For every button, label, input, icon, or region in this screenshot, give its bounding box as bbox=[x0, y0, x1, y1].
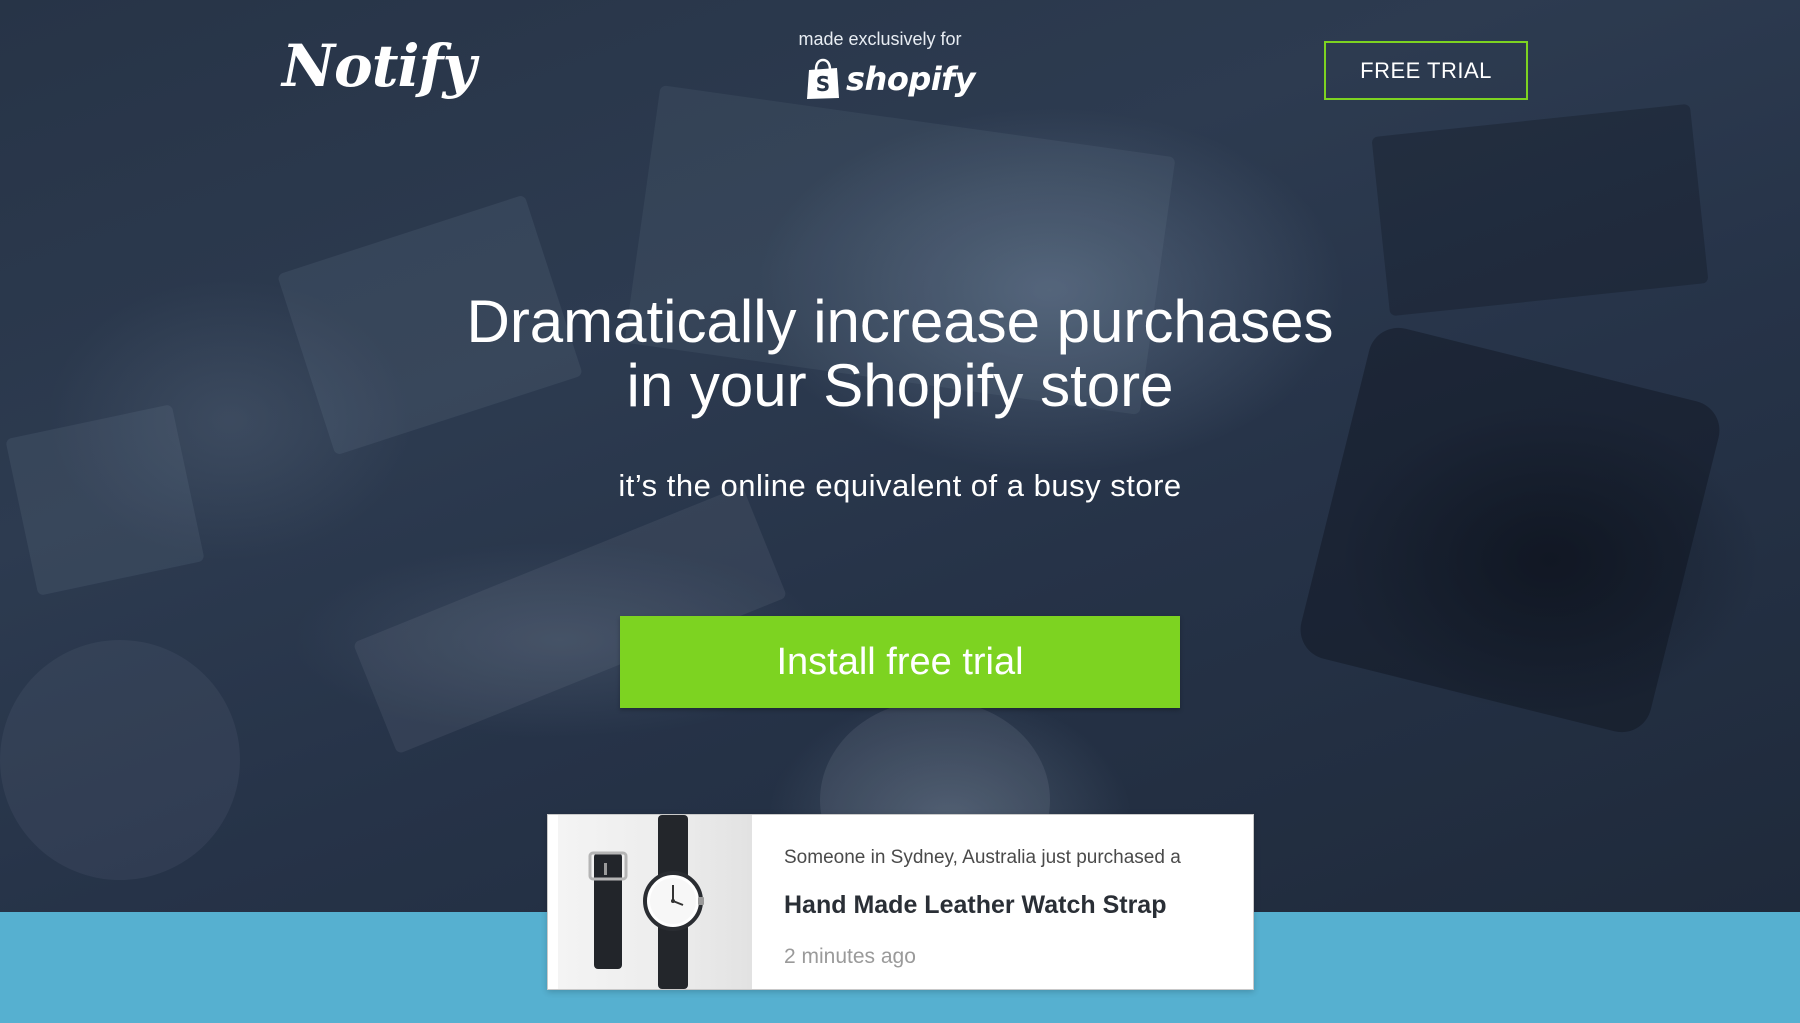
notification-text: Someone in Sydney, Australia just purcha… bbox=[784, 845, 1224, 971]
free-trial-button[interactable]: FREE TRIAL bbox=[1324, 41, 1528, 100]
notification-message: Someone in Sydney, Australia just purcha… bbox=[784, 847, 1181, 868]
background-photo-shape bbox=[1371, 103, 1709, 317]
watch-icon bbox=[558, 815, 752, 989]
hero-headline: Dramatically increase purchases in your … bbox=[300, 290, 1500, 418]
hero-section: Notify made exclusively for S shopify FR… bbox=[0, 0, 1800, 912]
purchase-notification-card[interactable]: Someone in Sydney, Australia just purcha… bbox=[547, 814, 1254, 990]
made-for-caption: made exclusively for bbox=[798, 29, 962, 49]
notify-logo[interactable]: Notify bbox=[282, 28, 476, 104]
svg-text:S: S bbox=[816, 72, 830, 96]
hero-subheadline: it’s the online equivalent of a busy sto… bbox=[618, 468, 1182, 503]
background-photo-shape bbox=[0, 640, 240, 880]
notification-product-name[interactable]: Hand Made Leather Watch Strap bbox=[784, 889, 1224, 921]
headline-line: in your Shopify store bbox=[626, 352, 1174, 419]
landing-page: Notify made exclusively for S shopify FR… bbox=[0, 0, 1800, 1023]
install-free-trial-button[interactable]: Install free trial bbox=[620, 616, 1180, 708]
background-photo-shape bbox=[5, 404, 205, 596]
notification-timestamp: 2 minutes ago bbox=[784, 945, 916, 968]
headline-line: Dramatically increase purchases bbox=[466, 288, 1334, 355]
shopify-wordmark: shopify bbox=[846, 60, 975, 98]
shopify-bag-icon: S bbox=[806, 58, 840, 100]
shopify-brand: S shopify bbox=[806, 56, 975, 102]
